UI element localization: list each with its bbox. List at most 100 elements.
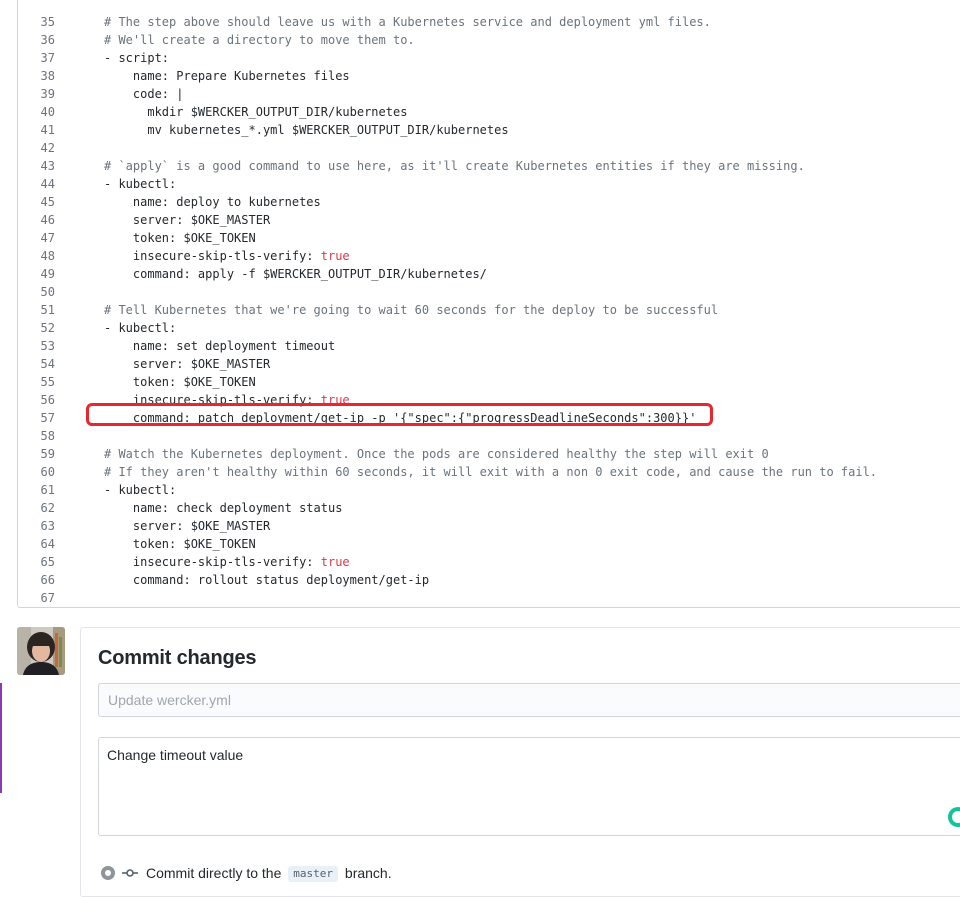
code-text: # If they aren't healthy within 60 secon…	[104, 465, 878, 479]
code-line[interactable]: 39 code: |	[18, 85, 960, 103]
code-text: code: |	[104, 87, 184, 101]
line-number[interactable]: 62	[18, 499, 55, 517]
commit-direct-option[interactable]: Commit directly to the master branch.	[146, 864, 392, 882]
code-line[interactable]: 58	[18, 427, 960, 445]
code-line[interactable]: 51 # Tell Kubernetes that we're going to …	[18, 301, 960, 319]
code-line[interactable]: 67	[18, 589, 960, 607]
code-line[interactable]: 43 # `apply` is a good command to use her…	[18, 157, 960, 175]
line-number[interactable]: 52	[18, 319, 55, 337]
line-number[interactable]: 36	[18, 31, 55, 49]
line-number[interactable]: 40	[18, 103, 55, 121]
left-accent-bar	[0, 683, 2, 793]
code-line[interactable]: 54 server: $OKE_MASTER	[18, 355, 960, 373]
code-line[interactable]: 35 # The step above should leave us with …	[18, 13, 960, 31]
line-number[interactable]: 65	[18, 553, 55, 571]
line-number[interactable]: 67	[18, 589, 55, 607]
code-text: # Tell Kubernetes that we're going to wa…	[104, 303, 719, 317]
code-line[interactable]: 49 command: apply -f $WERCKER_OUTPUT_DIR…	[18, 265, 960, 283]
code-line[interactable]: 34	[18, 0, 960, 3]
code-line[interactable]: 40 mkdir $WERCKER_OUTPUT_DIR/kubernetes	[18, 103, 960, 121]
line-number[interactable]: 34	[18, 0, 55, 3]
boolean-value: true	[320, 249, 350, 263]
line-number[interactable]: 58	[18, 427, 55, 445]
line-number[interactable]: 35	[18, 13, 55, 31]
line-number[interactable]: 51	[18, 301, 55, 319]
line-number[interactable]: 46	[18, 211, 55, 229]
code-line[interactable]: 65 insecure-skip-tls-verify: true	[18, 553, 960, 571]
code-text: name: set deployment timeout	[104, 339, 336, 353]
line-number[interactable]: 54	[18, 355, 55, 373]
line-number[interactable]: 38	[18, 67, 55, 85]
code-text: server: $OKE_MASTER	[104, 519, 271, 533]
line-number[interactable]: 37	[18, 49, 55, 67]
code-text: token: $OKE_TOKEN	[104, 537, 256, 551]
line-number[interactable]: 61	[18, 481, 55, 499]
code-text: - kubectl:	[104, 483, 177, 497]
line-number[interactable]: 59	[18, 445, 55, 463]
code-line[interactable]: 45 name: deploy to kubernetes	[18, 193, 960, 211]
code-text: # `apply` is a good command to use here,…	[104, 159, 805, 173]
code-text: command: rollout status deployment/get-i…	[104, 573, 430, 587]
line-number[interactable]: 55	[18, 373, 55, 391]
highlight-annotation	[86, 403, 713, 426]
code-line[interactable]: 64 token: $OKE_TOKEN	[18, 535, 960, 553]
code-text: insecure-skip-tls-verify: true	[104, 249, 350, 263]
code-text: name: check deployment status	[104, 501, 343, 515]
line-number[interactable]: 63	[18, 517, 55, 535]
line-number[interactable]: 57	[18, 409, 55, 427]
code-text: mkdir $WERCKER_OUTPUT_DIR/kubernetes	[104, 105, 408, 119]
line-number[interactable]: 53	[18, 337, 55, 355]
code-line[interactable]: 48 insecure-skip-tls-verify: true	[18, 247, 960, 265]
code-line[interactable]: 60 # If they aren't healthy within 60 sec…	[18, 463, 960, 481]
code-line[interactable]: 53 name: set deployment timeout	[18, 337, 960, 355]
code-line[interactable]: 50	[18, 283, 960, 301]
line-number[interactable]: 45	[18, 193, 55, 211]
line-number[interactable]: 44	[18, 175, 55, 193]
line-number[interactable]: 49	[18, 265, 55, 283]
code-line[interactable]: 36 # We'll create a directory to move the…	[18, 31, 960, 49]
code-text: token: $OKE_TOKEN	[104, 375, 256, 389]
code-text: server: $OKE_MASTER	[104, 357, 271, 371]
code-line[interactable]: 55 token: $OKE_TOKEN	[18, 373, 960, 391]
commit-description-textarea[interactable]	[98, 737, 960, 836]
code-line[interactable]: 66 command: rollout status deployment/ge…	[18, 571, 960, 589]
code-text: # We'll create a directory to move them …	[104, 33, 415, 47]
line-number[interactable]: 41	[18, 121, 55, 139]
commit-summary-input[interactable]	[98, 683, 960, 717]
code-text: - script:	[104, 51, 170, 65]
line-number[interactable]: 60	[18, 463, 55, 481]
code-line[interactable]: 38 name: Prepare Kubernetes files	[18, 67, 960, 85]
line-number[interactable]: 43	[18, 157, 55, 175]
code-line[interactable]: 44 - kubectl:	[18, 175, 960, 193]
line-number[interactable]: 48	[18, 247, 55, 265]
branch-name-badge: master	[288, 866, 339, 882]
line-number[interactable]: 47	[18, 229, 55, 247]
code-text: name: deploy to kubernetes	[104, 195, 321, 209]
code-line[interactable]: 52 - kubectl:	[18, 319, 960, 337]
code-line[interactable]: 42	[18, 139, 960, 157]
line-number[interactable]: 64	[18, 535, 55, 553]
code-line[interactable]: 37 - script:	[18, 49, 960, 67]
code-text: token: $OKE_TOKEN	[104, 231, 256, 245]
line-number[interactable]: 56	[18, 391, 55, 409]
git-commit-icon	[122, 869, 138, 877]
code-line[interactable]: 41 mv kubernetes_*.yml $WERCKER_OUTPUT_D…	[18, 121, 960, 139]
code-line[interactable]: 63 server: $OKE_MASTER	[18, 517, 960, 535]
line-number[interactable]: 39	[18, 85, 55, 103]
line-number[interactable]: 66	[18, 571, 55, 589]
avatar[interactable]	[17, 627, 65, 675]
code-line[interactable]: 47 token: $OKE_TOKEN	[18, 229, 960, 247]
boolean-value: true	[320, 555, 350, 569]
code-editor[interactable]: 34 35 # The step above should leave us wit…	[17, 0, 960, 608]
line-number[interactable]: 42	[18, 139, 55, 157]
code-line[interactable]: 59 # Watch the Kubernetes deployment. Onc…	[18, 445, 960, 463]
line-number[interactable]: 50	[18, 283, 55, 301]
code-text: name: Prepare Kubernetes files	[104, 69, 350, 83]
commit-direct-radio[interactable]	[101, 866, 115, 880]
code-line[interactable]: 46 server: $OKE_MASTER	[18, 211, 960, 229]
avatar-photo-icon	[17, 627, 65, 675]
code-text: # The step above should leave us with a …	[104, 15, 711, 29]
code-text: server: $OKE_MASTER	[104, 213, 271, 227]
code-line[interactable]: 62 name: check deployment status	[18, 499, 960, 517]
code-line[interactable]: 61 - kubectl:	[18, 481, 960, 499]
